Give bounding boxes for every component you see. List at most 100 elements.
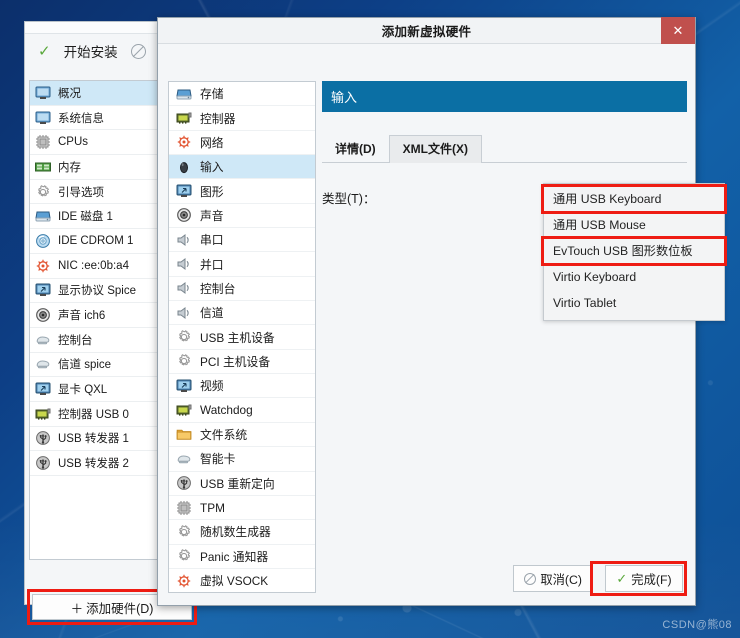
hardware-list-item-label: 视频 [200,379,224,394]
cancel-install-icon[interactable] [130,43,146,59]
hardware-list-item[interactable]: 智能卡 [169,447,315,472]
dialog-titlebar: 添加新虚拟硬件 ✕ [158,17,695,44]
type-option[interactable]: 通用 USB Mouse [544,212,724,238]
hardware-list-item[interactable]: 信道 [169,301,315,326]
usb-icon [35,455,52,471]
hardware-list-item[interactable]: PCI 主机设备 [169,350,315,375]
begin-install-label[interactable]: 开始安装 [64,41,118,61]
hardware-list-item[interactable]: 图形 [169,179,315,204]
finish-button[interactable]: ✓ 完成(F) [605,565,683,592]
vm-sidebar-item[interactable]: 引导选项 [30,180,160,205]
sound-icon [176,207,192,223]
vm-sidebar-item[interactable]: IDE 磁盘 1 [30,204,160,230]
dialog-body: 存储控制器网络输入 图形 声音 串口并口控制台 信道 USB 主机设备 PCI 主机设备视频… [158,44,727,606]
vm-sidebar-item[interactable]: 概况 [30,81,160,106]
monitor-icon [35,85,52,101]
type-option[interactable]: Virtio Keyboard [544,264,724,290]
vm-sidebar-item-label: 信道 spice [58,359,112,372]
hardware-list-item-label: Panic 通知器 [200,549,269,564]
hardware-list-item[interactable]: 网络 [169,131,315,156]
memory-icon [35,159,52,175]
plus-icon: ＋ [70,601,84,616]
vm-sidebar-item[interactable]: 显示协议 Spice [30,279,160,304]
cpu-chip-icon [35,134,52,150]
watermark: CSDN@熊08 [662,619,732,631]
hardware-list-item[interactable]: 随机数生成器 [169,520,315,545]
hardware-list-item[interactable]: 声音 [169,204,315,229]
vm-sidebar-item-label: USB 转发器 1 [58,433,129,446]
check-icon: ✓ [616,571,628,586]
hardware-list-item-label: 虚拟 VSOCK [200,574,269,589]
sound-icon [35,307,52,323]
hardware-list-item[interactable]: 并口 [169,252,315,277]
hardware-list-item-label: Watchdog [200,403,253,418]
vm-sidebar-item[interactable]: 内存 [30,155,160,180]
vm-sidebar-item-label: CPUs [58,136,89,149]
hardware-list-item[interactable]: 串口 [169,228,315,253]
cancel-button[interactable]: 取消(C) [513,565,593,592]
type-option[interactable]: Virtio Tablet [544,290,724,316]
dialog-title: 添加新虚拟硬件 [381,25,472,39]
usb-icon [35,430,52,446]
vm-sidebar-item[interactable]: 控制器 USB 0 [30,402,160,427]
hardware-list-item[interactable]: Watchdog [169,398,315,423]
gear-icon [176,353,192,369]
vm-sidebar-item[interactable]: NIC :ee:0b:a4 [30,254,160,279]
vm-sidebar-item-label: 概况 [58,87,81,100]
hardware-list-item[interactable]: USB 主机设备 [169,325,315,350]
vm-sidebar-item-label: NIC :ee:0b:a4 [58,259,129,272]
vm-sidebar-item[interactable]: 信道 spice [30,353,160,378]
vm-sidebar-item[interactable]: 声音 ich6 [30,303,160,328]
hardware-list-item-label: 并口 [200,257,224,272]
vm-sidebar-item-label: 显示协议 Spice [58,285,136,298]
console-icon [35,332,52,348]
vm-sidebar-item-label: IDE CDROM 1 [58,234,134,247]
input-mouse-icon [176,159,192,175]
usb-icon [176,475,192,491]
vm-sidebar-item[interactable]: 显卡 QXL [30,377,160,402]
console-icon [35,356,52,372]
vm-sidebar-item[interactable]: 系统信息 [30,106,160,131]
check-icon: ✓ [38,42,51,60]
vm-sidebar-item[interactable]: USB 转发器 2 [30,451,160,476]
hardware-list-item[interactable]: 虚拟 VSOCK [169,569,315,592]
controller-card-icon [176,402,192,418]
hardware-list-item-label: 网络 [200,135,224,150]
vm-sidebar-item-label: USB 转发器 2 [58,458,129,471]
hardware-list-item[interactable]: 控制器 [169,106,315,131]
serial-port-icon [176,305,192,321]
hardware-list-item[interactable]: TPM [169,496,315,521]
type-option[interactable]: EvTouch USB 图形数位板 [544,238,724,264]
tab-xml[interactable]: XML文件(X) [388,135,482,163]
tab-details[interactable]: 详情(D) [322,136,389,162]
gear-icon [176,524,192,540]
vm-sidebar-item[interactable]: 控制台 [30,328,160,353]
vm-sidebar-item-label: 显卡 QXL [58,384,108,397]
vm-sidebar-item[interactable]: IDE CDROM 1 [30,229,160,254]
network-icon [176,134,192,150]
vm-hardware-sidebar[interactable]: 概况系统信息 CPUs 内存 引导选项 IDE 磁盘 1 IDE CDROM 1 NIC :… [29,80,161,560]
hardware-list-item[interactable]: 控制台 [169,277,315,302]
cpu-chip-icon [176,500,192,516]
type-dropdown-list[interactable]: 通用 USB Keyboard 通用 USB Mouse EvTouch USB 图… [541,183,727,321]
vm-sidebar-item[interactable]: USB 转发器 1 [30,427,160,452]
tab-bar[interactable]: 详情(D) XML文件(X) [322,131,687,163]
hardware-list-item[interactable]: 输入 [169,155,315,180]
hardware-list-item-label: USB 主机设备 [200,330,275,345]
type-option[interactable]: 通用 USB Keyboard [544,186,724,212]
close-icon[interactable]: ✕ [661,17,695,44]
harddisk-icon [35,208,52,224]
hardware-list-item[interactable]: 存储 [169,82,315,107]
serial-port-icon [176,256,192,272]
display-icon [176,183,192,199]
gear-icon [176,329,192,345]
hardware-list-item-label: 控制器 [200,111,236,126]
hardware-list-item[interactable]: 文件系统 [169,423,315,448]
hardware-list-item[interactable]: Panic 通知器 [169,545,315,569]
vm-sidebar-item[interactable]: CPUs [30,130,160,156]
hardware-list-item[interactable]: 视频 [169,374,315,399]
hardware-category-list[interactable]: 存储控制器网络输入 图形 声音 串口并口控制台 信道 USB 主机设备 PCI 主机设备视频… [168,81,316,593]
display-icon [35,282,52,298]
hardware-list-item[interactable]: USB 重新定向 [169,472,315,496]
folder-icon [176,426,192,442]
